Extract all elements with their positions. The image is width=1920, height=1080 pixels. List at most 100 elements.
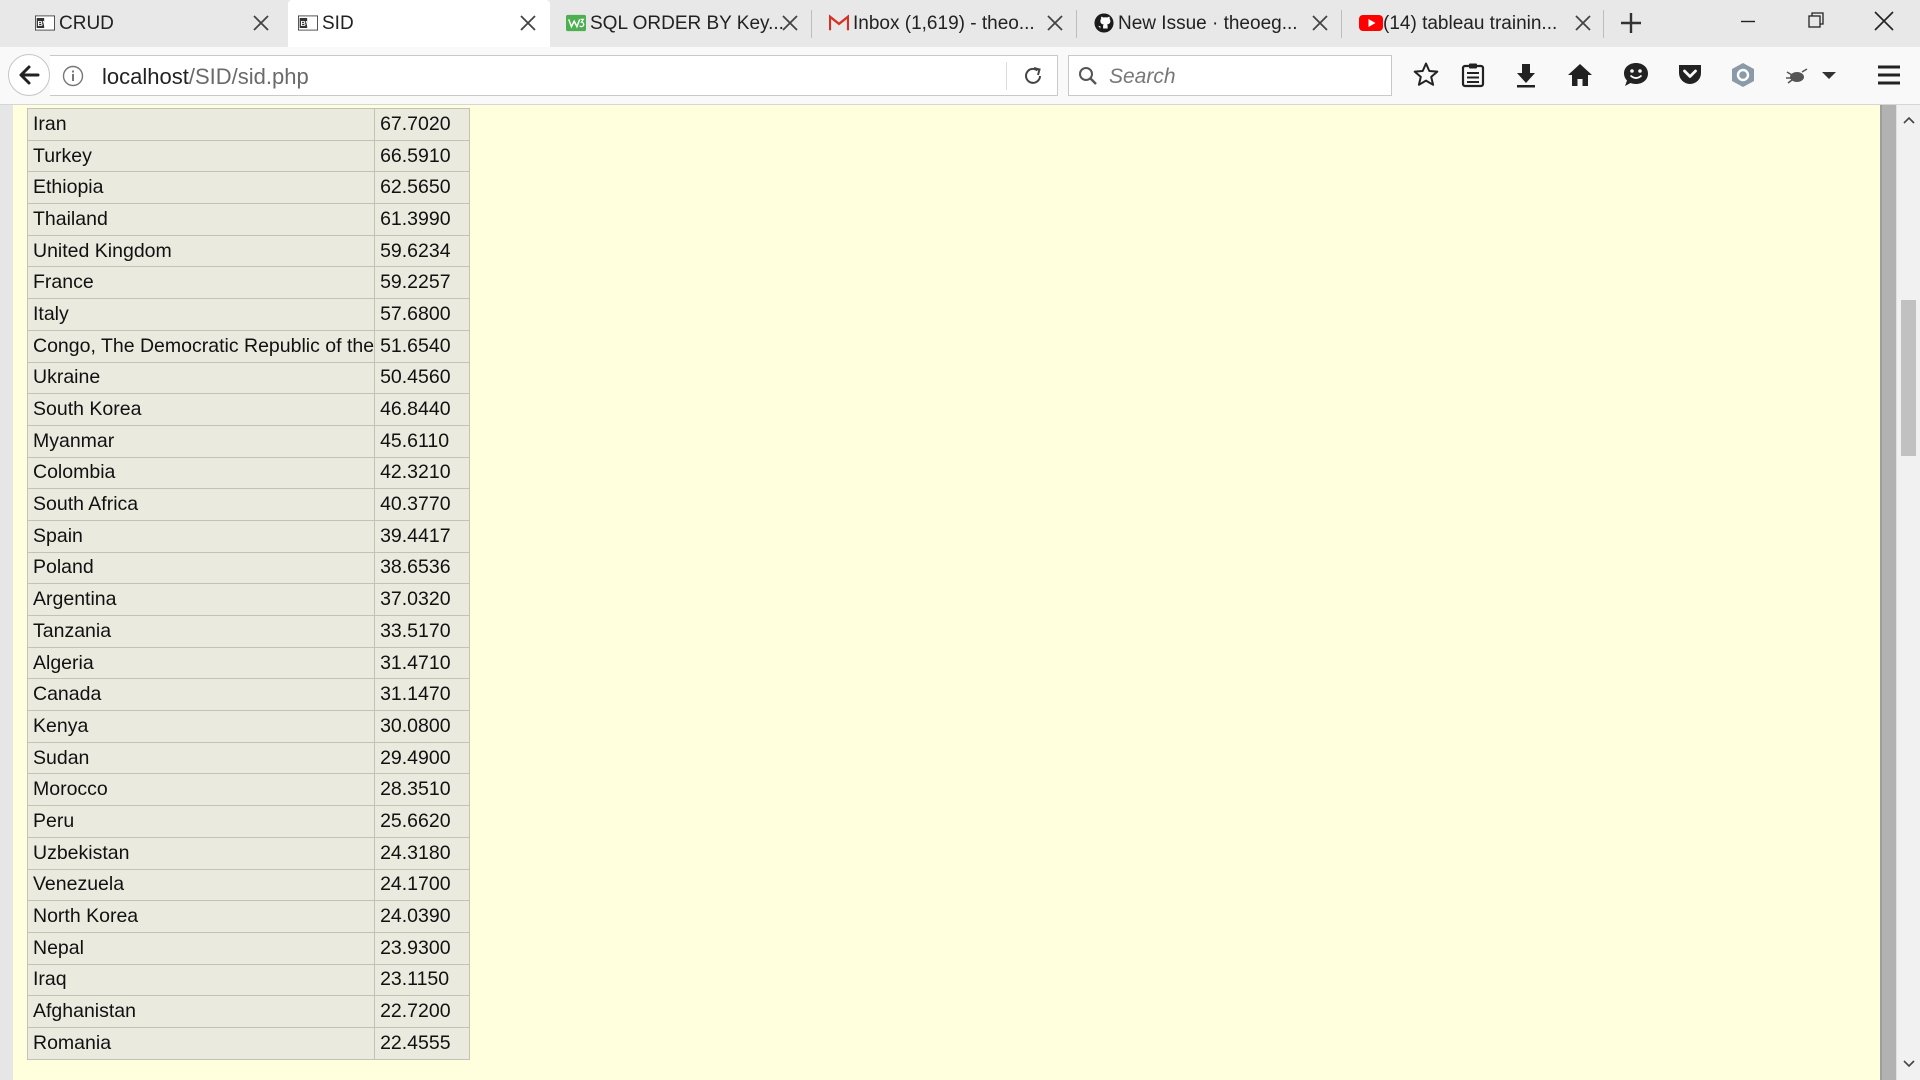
smiley-chat-icon: [1624, 63, 1648, 86]
scrollbar-thumb[interactable]: [1901, 300, 1916, 456]
value-cell: 31.4710: [374, 646, 470, 680]
value-cell: 62.5650: [374, 171, 470, 205]
tab-title: SID: [322, 13, 354, 34]
hamburger-menu-icon: [1878, 65, 1900, 85]
table-row: Poland 38.6536: [26, 551, 470, 585]
reload-icon[interactable]: [1020, 63, 1046, 89]
search-bar[interactable]: [1068, 55, 1392, 96]
country-cell: Algeria: [26, 646, 376, 680]
new-tab-plus-icon[interactable]: [1614, 6, 1648, 40]
value-cell: 28.3510: [374, 773, 470, 807]
close-tab-icon[interactable]: [1571, 11, 1595, 35]
close-tab-icon[interactable]: [1043, 11, 1067, 35]
table-row: North Korea 24.0390: [26, 900, 470, 933]
restore-icon[interactable]: [1788, 0, 1844, 44]
menu-button[interactable]: [1874, 60, 1904, 90]
tab-title: SQL ORDER BY Key...: [590, 12, 784, 34]
results-table-container: Iran 67.7020 Turkey 66.5910 Ethiopia 62.5650 T…: [26, 108, 470, 1060]
table-row: Italy 57.6800: [26, 298, 470, 331]
tab-title: New Issue · theoeg...: [1118, 12, 1298, 34]
table-row: Afghanistan 22.7200: [26, 995, 470, 1028]
table-row: Nepal 23.9300: [26, 931, 470, 965]
country-cell: France: [26, 266, 376, 300]
table-row: Uzbekistan 24.3180: [26, 836, 470, 870]
clipboard-list-icon: [1461, 63, 1485, 88]
value-cell: 38.6536: [374, 551, 470, 585]
url-path: /SID/sid.php: [188, 64, 309, 89]
value-cell: 23.1150: [374, 963, 470, 997]
tab-github-new-issue[interactable]: New Issue · theoeg...: [1084, 0, 1342, 47]
page-right-margin: [1882, 105, 1896, 1080]
table-row: Thailand 61.3990: [26, 203, 470, 236]
value-cell: 24.1700: [374, 868, 470, 902]
tab-crud[interactable]: BW CRUD: [25, 0, 283, 47]
table-row: Ukraine 50.4560: [26, 361, 470, 395]
url-text[interactable]: localhost/SID/sid.php: [102, 64, 309, 90]
tab-sql-order-by[interactable]: SQL ORDER BY Key...: [556, 0, 812, 47]
reading-list-button[interactable]: [1458, 60, 1488, 90]
table-row: Iraq 23.1150: [26, 963, 470, 997]
value-cell: 45.6110: [374, 424, 470, 458]
table-row: Venezuela 24.1700: [26, 868, 470, 902]
table-row: Canada 31.1470: [26, 678, 470, 712]
value-cell: 30.0800: [374, 710, 470, 743]
table-row: Kenya 30.0800: [26, 710, 470, 743]
bookmark-star-button[interactable]: [1411, 60, 1441, 90]
value-cell: 33.5170: [374, 615, 470, 648]
value-cell: 42.3210: [374, 456, 470, 490]
value-cell: 39.4417: [374, 519, 470, 553]
table-row: Tanzania 33.5170: [26, 615, 470, 648]
bw-logo-icon: BW: [298, 15, 318, 31]
country-cell: Spain: [26, 519, 376, 553]
country-cell: Kenya: [26, 710, 376, 743]
value-cell: 66.5910: [374, 139, 470, 173]
github-icon: [1094, 13, 1114, 33]
info-icon[interactable]: [62, 65, 84, 87]
scroll-down-arrow-icon[interactable]: [1901, 1055, 1917, 1071]
country-cell: Canada: [26, 678, 376, 712]
minimize-icon[interactable]: [1720, 0, 1776, 44]
country-cell: Tanzania: [26, 615, 376, 648]
back-button[interactable]: [8, 54, 50, 96]
scroll-up-arrow-icon[interactable]: [1901, 113, 1917, 129]
pocket-icon: [1679, 65, 1701, 84]
value-cell: 46.8440: [374, 393, 470, 426]
url-bar[interactable]: localhost/SID/sid.php: [50, 55, 1058, 96]
close-tab-icon[interactable]: [1308, 11, 1332, 35]
downloads-button[interactable]: [1511, 60, 1541, 90]
search-input[interactable]: [1107, 61, 1381, 93]
country-cell: Peru: [26, 805, 376, 838]
close-tab-icon[interactable]: [778, 11, 802, 35]
table-row: Romania 22.4555: [26, 1026, 470, 1060]
extension-hexagon-button[interactable]: [1728, 60, 1758, 90]
tab-sid[interactable]: BW SID: [288, 0, 550, 48]
country-cell: South Africa: [26, 488, 376, 521]
pocket-button[interactable]: [1675, 60, 1705, 90]
extension-bug-button[interactable]: [1781, 60, 1811, 90]
close-tab-icon[interactable]: [249, 11, 273, 35]
download-arrow-icon: [1517, 64, 1535, 88]
table-row: Argentina 37.0320: [26, 583, 470, 616]
country-cell: Afghanistan: [26, 995, 376, 1028]
extension-dropdown-button[interactable]: [1819, 60, 1839, 90]
tab-gmail-inbox[interactable]: Inbox (1,619) - theo...: [819, 0, 1077, 47]
close-tab-icon[interactable]: [516, 11, 540, 35]
close-window-icon[interactable]: [1856, 0, 1912, 44]
hello-chat-button[interactable]: [1621, 60, 1651, 90]
table-row: Congo, The Democratic Republic of the 51.…: [26, 329, 470, 363]
table-row: Ethiopia 62.5650: [26, 171, 470, 205]
vertical-scrollbar[interactable]: [1896, 105, 1920, 1080]
home-button[interactable]: [1565, 60, 1595, 90]
value-cell: 67.7020: [374, 108, 470, 141]
value-cell: 24.0390: [374, 900, 470, 933]
value-cell: 37.0320: [374, 583, 470, 616]
search-icon: [1079, 67, 1097, 85]
value-cell: 51.6540: [374, 329, 470, 363]
tab-title: Inbox (1,619) - theo...: [853, 12, 1035, 34]
table-row: United Kingdom 59.6234: [26, 234, 470, 268]
tab-youtube-tableau[interactable]: (14) tableau trainin...: [1349, 0, 1605, 47]
value-cell: 59.2257: [374, 266, 470, 300]
table-row: Sudan 29.4900: [26, 741, 470, 775]
country-value-table: Iran 67.7020 Turkey 66.5910 Ethiopia 62.5650 T…: [26, 108, 470, 1060]
table-row: Algeria 31.4710: [26, 646, 470, 680]
